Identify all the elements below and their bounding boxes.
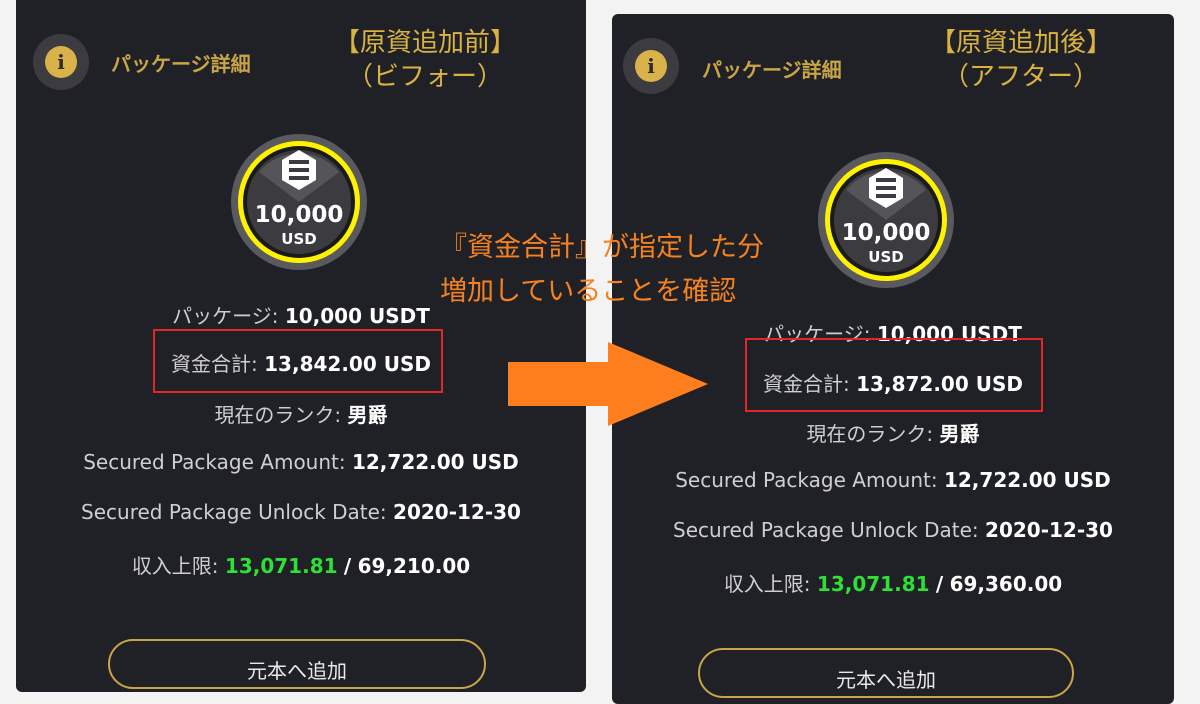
coin-graphic: 10,000 USD xyxy=(818,152,954,288)
unlock-date-label: Secured Package Unlock Date: xyxy=(673,518,979,542)
coin-graphic: 10,000 USD xyxy=(231,134,367,270)
secured-amount-row: Secured Package Amount: 12,722.00 USD xyxy=(16,450,586,474)
right-arrow-icon xyxy=(508,342,708,426)
package-coin-badge: 10,000 USD xyxy=(229,132,369,272)
comparison-note-line-2: 増加していることを確認 xyxy=(440,276,737,307)
annotation-line-1: 【原資追加後】 xyxy=(930,28,1113,58)
info-icon: i xyxy=(635,50,667,82)
fund-total-label: 資金合計: xyxy=(763,372,850,396)
info-button[interactable]: i xyxy=(33,34,89,90)
secured-amount-label: Secured Package Amount: xyxy=(675,468,938,492)
package-value: 10,000 USDT xyxy=(284,304,430,328)
rank-value: 男爵 xyxy=(347,403,388,427)
annotation-line-2: （アフター） xyxy=(943,62,1100,92)
income-limit-current: 13,071.81 xyxy=(816,572,930,596)
comparison-note: 『資金合計』が指定した分 増加していることを確認 xyxy=(440,226,764,314)
secured-amount-row: Secured Package Amount: 12,722.00 USD xyxy=(612,468,1174,492)
package-label: パッケージ: xyxy=(172,304,279,328)
income-limit-separator: / xyxy=(343,554,352,578)
income-limit-current: 13,071.81 xyxy=(224,554,338,578)
unlock-date-value: 2020-12-30 xyxy=(985,518,1113,542)
fund-total-value: 13,872.00 USD xyxy=(856,372,1023,396)
unlock-date-row: Secured Package Unlock Date: 2020-12-30 xyxy=(16,500,586,524)
fund-total-value: 13,842.00 USD xyxy=(264,352,431,376)
income-limit-max: 69,210.00 xyxy=(357,554,471,578)
secured-amount-label: Secured Package Amount: xyxy=(83,450,346,474)
comparison-note-line-1: 『資金合計』が指定した分 xyxy=(440,232,764,263)
rank-label: 現在のランク: xyxy=(214,403,342,427)
income-limit-row: 収入上限: 13,071.81 / 69,360.00 xyxy=(612,568,1174,597)
rank-row: 現在のランク: 男爵 xyxy=(16,399,586,428)
annotation-after: 【原資追加後】 （アフター） xyxy=(930,26,1112,94)
panel-title: パッケージ詳細 xyxy=(702,58,842,82)
info-icon: i xyxy=(45,46,77,78)
add-principal-button[interactable]: 元本へ追加 xyxy=(698,648,1074,698)
rank-label: 現在のランク: xyxy=(806,422,934,446)
income-limit-max: 69,360.00 xyxy=(949,572,1063,596)
secured-amount-value: 12,722.00 USD xyxy=(943,468,1111,492)
fund-total-row: 資金合計: 13,842.00 USD xyxy=(16,348,586,377)
coin-unit: USD xyxy=(281,230,316,248)
rank-value: 男爵 xyxy=(939,422,980,446)
annotation-line-1: 【原資追加前】 xyxy=(334,28,517,58)
panel-title: パッケージ詳細 xyxy=(111,52,251,76)
annotation-before: 【原資追加前】 （ビフォー） xyxy=(334,26,516,94)
unlock-date-value: 2020-12-30 xyxy=(393,500,521,524)
coin-unit: USD xyxy=(868,248,903,266)
coin-amount: 10,000 xyxy=(255,202,344,228)
package-detail-panel-before: i パッケージ詳細 【原資追加前】 （ビフォー） 10,000 USD パッケー… xyxy=(16,0,586,692)
income-limit-separator: / xyxy=(935,572,944,596)
fund-total-label: 資金合計: xyxy=(171,352,258,376)
info-button[interactable]: i xyxy=(623,38,679,94)
income-limit-label: 収入上限: xyxy=(723,572,811,596)
secured-amount-value: 12,722.00 USD xyxy=(351,450,519,474)
unlock-date-row: Secured Package Unlock Date: 2020-12-30 xyxy=(612,518,1174,542)
coin-amount: 10,000 xyxy=(842,220,931,246)
income-limit-label: 収入上限: xyxy=(131,554,219,578)
annotation-line-2: （ビフォー） xyxy=(347,62,504,92)
package-coin-badge: 10,000 USD xyxy=(816,150,956,290)
unlock-date-label: Secured Package Unlock Date: xyxy=(81,500,387,524)
income-limit-row: 収入上限: 13,071.81 / 69,210.00 xyxy=(16,550,586,579)
add-principal-button[interactable]: 元本へ追加 xyxy=(108,639,486,689)
